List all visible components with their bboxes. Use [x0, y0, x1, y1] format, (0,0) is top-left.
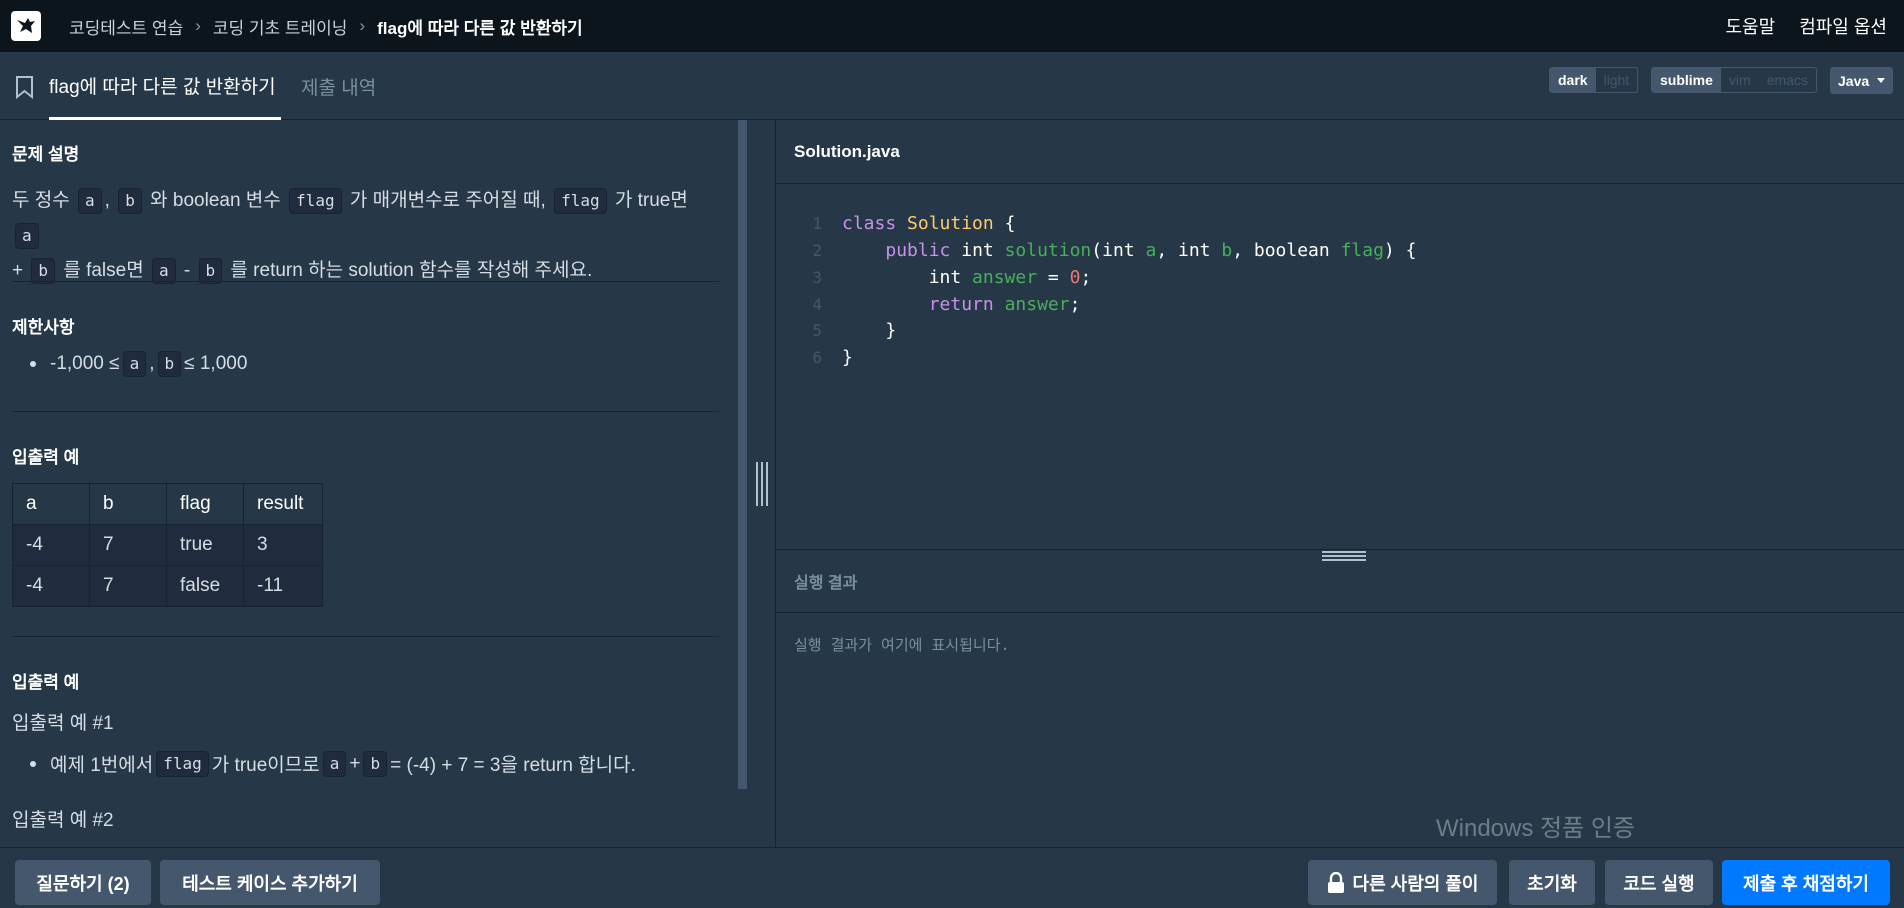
table-header-cell: b: [89, 483, 167, 525]
table-cell: -4: [12, 524, 90, 566]
table-cell: 7: [89, 524, 167, 566]
description-text: 두 정수 a, b 와 boolean 변수 flag 가 매개변수로 주어질 …: [12, 183, 719, 288]
bookmark-icon[interactable]: [15, 75, 34, 99]
windows-watermark-title: Windows 정품 인증: [1436, 815, 1636, 842]
add-test-case-button[interactable]: 테스트 케이스 추가하기: [160, 860, 380, 905]
theme-toggle: dark light: [1549, 67, 1639, 93]
code-line: 1 class Solution {: [812, 213, 1016, 234]
example-1-title: 입출력 예 #1: [12, 713, 114, 734]
breadcrumb-item-basic-training[interactable]: 코딩 기초 트레이닝: [213, 14, 348, 39]
io-explain-title: 입출력 예: [12, 673, 80, 692]
keymap-emacs-option[interactable]: emacs: [1759, 68, 1816, 92]
code-line: 2 public int solution (int a, int b, bool…: [812, 240, 1417, 261]
table-cell: false: [166, 565, 244, 607]
table-cell: 3: [243, 524, 323, 566]
theme-dark-option[interactable]: dark: [1550, 68, 1596, 92]
theme-light-option[interactable]: light: [1596, 68, 1638, 92]
language-select[interactable]: Java: [1830, 67, 1893, 94]
table-cell: -11: [243, 565, 323, 607]
others-solutions-label: 다른 사람의 풀이: [1352, 873, 1479, 894]
breadcrumb-item-current: flag에 따라 다른 값 반환하기: [377, 18, 583, 38]
language-value: Java: [1838, 72, 1870, 89]
divider: [12, 636, 719, 637]
compile-options-link[interactable]: 컴파일 옵션: [1799, 13, 1887, 39]
help-link[interactable]: 도움말: [1726, 13, 1776, 39]
tab-submissions[interactable]: 제출 내역: [301, 52, 376, 120]
lock-icon: [1327, 871, 1344, 893]
result-placeholder: 실행 결과가 여기에 표시됩니다.: [794, 636, 1010, 654]
example-2-title: 입출력 예 #2: [12, 810, 114, 831]
ask-question-button[interactable]: 질문하기 (2): [15, 860, 151, 905]
breadcrumb: 코딩테스트 연습 › 코딩 기초 트레이닝 › flag에 따라 다른 값 반환…: [69, 14, 583, 39]
table-cell: 7: [89, 565, 167, 607]
example-1-item: 예제 1번에서 flag 가 true이므로 a + b = (-4) + 7 …: [0, 750, 636, 777]
divider: [12, 411, 719, 412]
result-title: 실행 결과: [794, 575, 858, 592]
keymap-sublime-option[interactable]: sublime: [1652, 68, 1721, 92]
editor-pane: Solution.java 1 class Solution { 2 public…: [775, 120, 1904, 847]
reset-button[interactable]: 초기화: [1509, 860, 1595, 905]
table-cell: -4: [12, 565, 90, 607]
pane-splitter-handle[interactable]: [756, 462, 769, 506]
table-row: -4 7 false -11: [12, 565, 323, 607]
table-header-cell: result: [243, 483, 323, 525]
logo-icon[interactable]: [11, 11, 41, 41]
io-title: 입출력 예: [12, 448, 80, 467]
others-solutions-button[interactable]: 다른 사람의 풀이: [1308, 860, 1497, 905]
description-title: 문제 설명: [12, 145, 80, 164]
code-line: 4 return answer;: [812, 294, 1081, 315]
divider: [12, 281, 719, 282]
table-header-row: a b flag result: [12, 483, 323, 525]
caret-down-icon: [1877, 78, 1886, 83]
problem-pane: 문제 설명 두 정수 a, b 와 boolean 변수 flag 가 매개변수…: [0, 120, 738, 847]
constraints-title: 제한사항: [12, 318, 75, 337]
file-name: Solution.java: [776, 120, 1904, 184]
breadcrumb-item-practice[interactable]: 코딩테스트 연습: [69, 14, 183, 39]
problem-scrollbar[interactable]: [738, 120, 747, 789]
tab-bar: flag에 따라 다른 값 반환하기 제출 내역 dark light subl…: [0, 52, 1904, 120]
io-table: a b flag result -4 7 true 3 -4 7 false -: [12, 483, 323, 607]
keymap-toggle: sublime vim emacs: [1651, 67, 1817, 93]
constraint-item: -1,000 ≤ a, b ≤ 1,000: [0, 351, 247, 377]
table-header-cell: flag: [166, 483, 244, 525]
bottom-toolbar: 질문하기 (2) 테스트 케이스 추가하기 다른 사람의 풀이 초기화 코드 실…: [0, 847, 1904, 908]
top-nav: 코딩테스트 연습 › 코딩 기초 트레이닝 › flag에 따라 다른 값 반환…: [0, 0, 1904, 52]
code-line: 5 }: [812, 320, 897, 341]
code-line: 3 int answer = 0;: [812, 267, 1092, 288]
run-code-button[interactable]: 코드 실행: [1605, 860, 1713, 905]
table-header-cell: a: [12, 483, 90, 525]
submit-button[interactable]: 제출 후 채점하기: [1722, 860, 1890, 905]
tab-problem[interactable]: flag에 따라 다른 값 반환하기: [49, 52, 281, 120]
code-editor[interactable]: 1 class Solution { 2 public int solution(…: [776, 184, 1904, 549]
table-cell: true: [166, 524, 244, 566]
table-row: -4 7 true 3: [12, 524, 323, 566]
keymap-vim-option[interactable]: vim: [1721, 68, 1759, 92]
result-resize-handle[interactable]: [1322, 551, 1366, 563]
chevron-right-icon: ›: [359, 16, 366, 35]
chevron-right-icon: ›: [195, 16, 201, 35]
code-line: 6}: [812, 347, 853, 368]
